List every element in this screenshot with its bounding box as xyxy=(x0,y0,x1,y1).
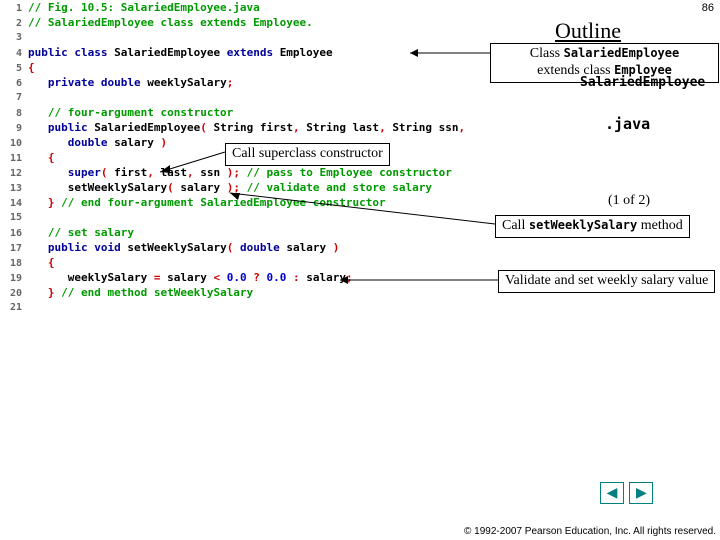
code-line: 17 public void setWeeklySalary( double s… xyxy=(0,240,540,255)
code-text: } // end method setWeeklySalary xyxy=(28,285,540,300)
code-line: 3 xyxy=(0,30,540,45)
code-line: 18 { xyxy=(0,255,540,270)
line-number: 3 xyxy=(0,30,28,45)
code-line: 14 } // end four-argument SalariedEmploy… xyxy=(0,195,540,210)
code-line: 12 super( first, last, ssn ); // pass to… xyxy=(0,165,540,180)
line-number: 16 xyxy=(0,226,28,241)
code-line: 21 xyxy=(0,300,540,315)
page-number: 86 xyxy=(702,2,714,14)
code-line: 20 } // end method setWeeklySalary xyxy=(0,285,540,300)
line-number: 14 xyxy=(0,196,28,211)
code-text: private double weeklySalary; xyxy=(28,75,540,90)
line-number: 4 xyxy=(0,46,28,61)
line-number: 21 xyxy=(0,300,28,315)
line-number: 5 xyxy=(0,61,28,76)
code-text: public class SalariedEmployee extends Em… xyxy=(28,45,540,60)
line-number: 9 xyxy=(0,121,28,136)
nav-buttons: ◀ ▶ xyxy=(600,482,655,504)
line-number: 10 xyxy=(0,136,28,151)
code-text: { xyxy=(28,255,540,270)
paging-label: (1 of 2) xyxy=(608,193,650,209)
code-text: } // end four-argument SalariedEmployee … xyxy=(28,195,540,210)
code-line: 2// SalariedEmployee class extends Emplo… xyxy=(0,15,540,30)
code-line: 9 public SalariedEmployee( String first,… xyxy=(0,120,540,135)
line-number: 11 xyxy=(0,151,28,166)
line-number: 15 xyxy=(0,210,28,225)
code-line: 5{ xyxy=(0,60,540,75)
line-number: 13 xyxy=(0,181,28,196)
code-line: 15 xyxy=(0,210,540,225)
code-text: { xyxy=(28,60,540,75)
line-number: 6 xyxy=(0,76,28,91)
line-number: 2 xyxy=(0,16,28,31)
nav-prev-button[interactable]: ◀ xyxy=(600,482,624,504)
copyright: © 1992-2007 Pearson Education, Inc. All … xyxy=(464,526,716,537)
outline-heading: Outline xyxy=(555,18,621,44)
code-text: // set salary xyxy=(28,225,540,240)
code-text: setWeeklySalary( salary ); // validate a… xyxy=(28,180,540,195)
line-number: 12 xyxy=(0,166,28,181)
code-text: // four-argument constructor xyxy=(28,105,540,120)
code-text: weeklySalary = salary < 0.0 ? 0.0 : sala… xyxy=(28,270,540,285)
code-text: super( first, last, ssn ); // pass to Em… xyxy=(28,165,540,180)
line-number: 18 xyxy=(0,256,28,271)
code-text: public SalariedEmployee( String first, S… xyxy=(28,120,540,135)
filename-label: SalariedEmployee xyxy=(580,75,705,90)
callout-setweeklysalary: Call setWeeklySalary method xyxy=(495,215,690,238)
line-number: 19 xyxy=(0,271,28,286)
file-ext-label: .java xyxy=(605,115,650,133)
line-number: 20 xyxy=(0,286,28,301)
line-number: 8 xyxy=(0,106,28,121)
code-text: // Fig. 10.5: SalariedEmployee.java xyxy=(28,0,540,15)
code-text: public void setWeeklySalary( double sala… xyxy=(28,240,540,255)
code-line: 4public class SalariedEmployee extends E… xyxy=(0,45,540,60)
code-line: 8 // four-argument constructor xyxy=(0,105,540,120)
callout-validate: Validate and set weekly salary value xyxy=(498,270,715,293)
code-line: 13 setWeeklySalary( salary ); // validat… xyxy=(0,180,540,195)
line-number: 1 xyxy=(0,1,28,16)
code-line: 16 // set salary xyxy=(0,225,540,240)
code-line: 7 xyxy=(0,90,540,105)
nav-next-button[interactable]: ▶ xyxy=(629,482,653,504)
line-number: 7 xyxy=(0,90,28,105)
code-text: // SalariedEmployee class extends Employ… xyxy=(28,15,540,30)
code-line: 19 weeklySalary = salary < 0.0 ? 0.0 : s… xyxy=(0,270,540,285)
code-line: 6 private double weeklySalary; xyxy=(0,75,540,90)
callout-superclass: Call superclass constructor xyxy=(225,143,390,166)
code-line: 1// Fig. 10.5: SalariedEmployee.java xyxy=(0,0,540,15)
line-number: 17 xyxy=(0,241,28,256)
